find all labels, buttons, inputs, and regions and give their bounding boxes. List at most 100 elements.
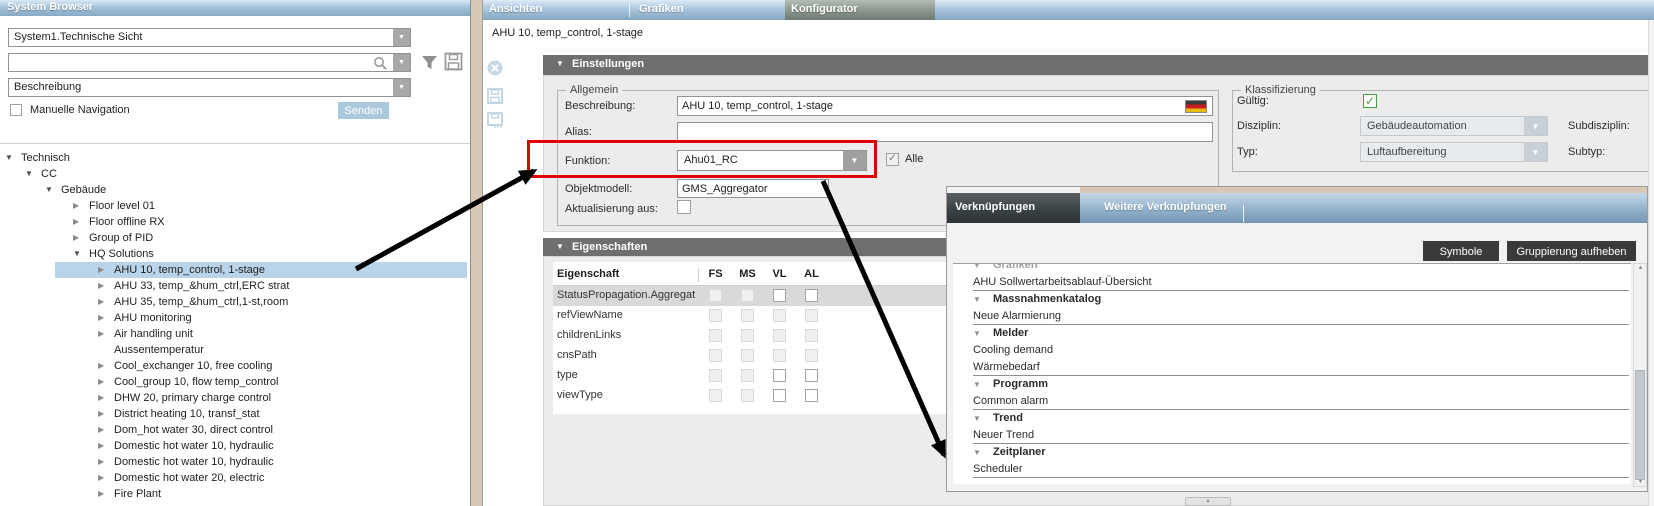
gueltig-checkbox[interactable]: ✓ <box>1363 94 1377 108</box>
chevron-collapsed-icon[interactable]: ▶ <box>73 233 79 242</box>
chevron-collapsed-icon[interactable]: ▶ <box>98 377 104 386</box>
tree-item[interactable]: ▶Floor level 01 <box>0 198 470 214</box>
symbole-button[interactable]: Symbole <box>1423 241 1499 261</box>
chevron-down-icon[interactable]: ▼ <box>393 29 410 46</box>
link-group-header[interactable]: ▼Trend <box>953 410 1631 427</box>
column-header[interactable]: FS <box>703 268 728 280</box>
save-icon[interactable] <box>487 88 503 104</box>
chevron-collapsed-icon[interactable]: ▶ <box>98 409 104 418</box>
chevron-collapsed-icon[interactable]: ▶ <box>98 457 104 466</box>
chevron-expanded-icon[interactable]: ▼ <box>973 444 993 461</box>
tree-item[interactable]: ▶Cool_group 10, flow temp_control <box>0 374 470 390</box>
property-checkbox[interactable] <box>805 369 818 382</box>
tree-item[interactable]: ▼Technisch <box>0 150 470 166</box>
chevron-down-icon[interactable]: ▼ <box>393 54 410 71</box>
tree-item[interactable]: ▶Air handling unit <box>0 326 470 342</box>
tree-item[interactable]: ▶AHU 35, temp_&hum_ctrl,1-st,room <box>0 294 470 310</box>
close-icon[interactable] <box>487 60 503 76</box>
chevron-collapsed-icon[interactable]: ▶ <box>98 361 104 370</box>
save-as-icon[interactable] <box>487 112 503 128</box>
chevron-expanded-icon[interactable]: ▼ <box>973 376 993 393</box>
chevron-collapsed-icon[interactable]: ▶ <box>73 217 79 226</box>
tree-item[interactable]: ▶Floor offline RX <box>0 214 470 230</box>
chevron-expanded-icon[interactable]: ▼ <box>25 169 33 178</box>
aktualisierung-checkbox[interactable] <box>677 200 691 214</box>
tree-item[interactable]: ▶Cool_exchanger 10, free cooling <box>0 358 470 374</box>
column-header[interactable]: VL <box>767 268 792 280</box>
save-icon[interactable] <box>444 52 463 71</box>
tab-konfigurator[interactable]: Konfigurator <box>785 0 935 20</box>
chevron-expanded-icon[interactable]: ▼ <box>973 410 993 427</box>
tree-item[interactable]: ▼CC <box>0 166 470 182</box>
chevron-expanded-icon[interactable]: ▼ <box>45 185 53 194</box>
scrollbar-thumb[interactable] <box>1635 370 1645 480</box>
link-item[interactable]: AHU Sollwertarbeitsablauf-Übersicht <box>953 274 1631 291</box>
property-checkbox[interactable] <box>805 289 818 302</box>
search-mode-dropdown[interactable]: Beschreibung ▼ <box>8 78 411 97</box>
tree-item[interactable]: ▶Domestic hot water 20, electric <box>0 470 470 486</box>
beschreibung-input[interactable] <box>677 96 1213 116</box>
tree-item[interactable]: ▶Fire Plant <box>0 486 470 502</box>
tree-item[interactable]: ▶DHW 20, primary charge control <box>0 390 470 406</box>
chevron-expanded-icon[interactable]: ▼ <box>556 242 564 251</box>
link-group-header[interactable]: ▼Melder <box>953 325 1631 342</box>
tree-item[interactable]: ▼HQ Solutions <box>0 246 470 262</box>
tree-item[interactable]: ▶AHU 10, temp_control, 1-stage <box>0 262 470 278</box>
chevron-collapsed-icon[interactable]: ▶ <box>98 441 104 450</box>
link-item[interactable]: Wärmebedarf <box>953 359 1631 376</box>
link-group-header[interactable]: ▼Programm <box>953 376 1631 393</box>
column-header[interactable]: AL <box>799 268 824 280</box>
link-group-header[interactable]: ▼Grafiken <box>953 263 1631 274</box>
german-flag-icon[interactable] <box>1185 100 1207 113</box>
tree-item[interactable]: ▶Domestic hot water 10, hydraulic <box>0 454 470 470</box>
alle-checkbox[interactable]: ✓ <box>886 153 899 166</box>
main-scrollbar[interactable] <box>1648 20 1654 506</box>
view-selector-dropdown[interactable]: System1.Technische Sicht ▼ <box>8 28 411 47</box>
tree-item[interactable]: ▶AHU monitoring <box>0 310 470 326</box>
chevron-collapsed-icon[interactable]: ▶ <box>98 281 104 290</box>
chevron-collapsed-icon[interactable]: ▶ <box>98 393 104 402</box>
chevron-down-icon[interactable]: ▼ <box>393 79 410 96</box>
chevron-collapsed-icon[interactable]: ▶ <box>98 297 104 306</box>
chevron-collapsed-icon[interactable]: ▶ <box>98 329 104 338</box>
search-field[interactable]: ▼ <box>8 53 411 72</box>
chevron-collapsed-icon[interactable]: ▶ <box>98 425 104 434</box>
link-group-header[interactable]: ▼Massnahmenkatalog <box>953 291 1631 308</box>
tree-item[interactable]: ▶Group of PID <box>0 230 470 246</box>
property-checkbox[interactable] <box>773 289 786 302</box>
tree-item[interactable]: ▶District heating 10, transf_stat <box>0 406 470 422</box>
column-header[interactable]: MS <box>735 268 760 280</box>
scroll-down-icon[interactable]: ▼ <box>1636 479 1645 485</box>
send-button[interactable]: Senden <box>338 102 389 119</box>
objektmodell-input[interactable] <box>677 179 829 198</box>
property-checkbox[interactable] <box>773 369 786 382</box>
chevron-expanded-icon[interactable]: ▼ <box>973 291 993 308</box>
tab-weitere-verknuepfungen[interactable]: Weitere Verknüpfungen <box>1104 201 1227 213</box>
tree-item[interactable]: ▶Dom_hot water 30, direct control <box>0 422 470 438</box>
tab-ansichten[interactable]: Ansichten <box>489 3 542 15</box>
chevron-collapsed-icon[interactable]: ▶ <box>98 313 104 322</box>
links-scrollbar[interactable]: ▲ ▼ <box>1633 263 1647 487</box>
link-item[interactable]: Neuer Trend <box>953 427 1631 444</box>
link-item[interactable]: Neue Alarmierung <box>953 308 1631 325</box>
manual-navigation-checkbox[interactable] <box>10 104 22 116</box>
panel-splitter[interactable] <box>471 0 483 506</box>
link-item[interactable]: Common alarm <box>953 393 1631 410</box>
chevron-expanded-icon[interactable]: ▼ <box>73 249 81 258</box>
tree-item[interactable]: ▶Domestic hot water 10, hydraulic <box>0 438 470 454</box>
property-checkbox[interactable] <box>805 389 818 402</box>
scroll-up-icon[interactable]: ▲ <box>1636 265 1645 271</box>
link-item[interactable]: Cooling demand <box>953 342 1631 359</box>
tab-grafiken[interactable]: Grafiken <box>639 3 684 15</box>
column-header[interactable]: Eigenschaft <box>557 268 619 280</box>
chevron-expanded-icon[interactable]: ▼ <box>973 263 993 274</box>
gruppierung-aufheben-button[interactable]: Gruppierung aufheben <box>1507 241 1636 261</box>
chevron-expanded-icon[interactable]: ▼ <box>5 153 13 162</box>
link-group-header[interactable]: ▼Zeitplaner <box>953 444 1631 461</box>
tree-item[interactable]: ▼Gebäude <box>0 182 470 198</box>
chevron-collapsed-icon[interactable]: ▶ <box>98 265 104 274</box>
property-checkbox[interactable] <box>773 389 786 402</box>
collapse-handle[interactable]: ▲ <box>1185 497 1231 506</box>
chevron-collapsed-icon[interactable]: ▶ <box>73 201 79 210</box>
chevron-expanded-icon[interactable]: ▼ <box>973 325 993 342</box>
